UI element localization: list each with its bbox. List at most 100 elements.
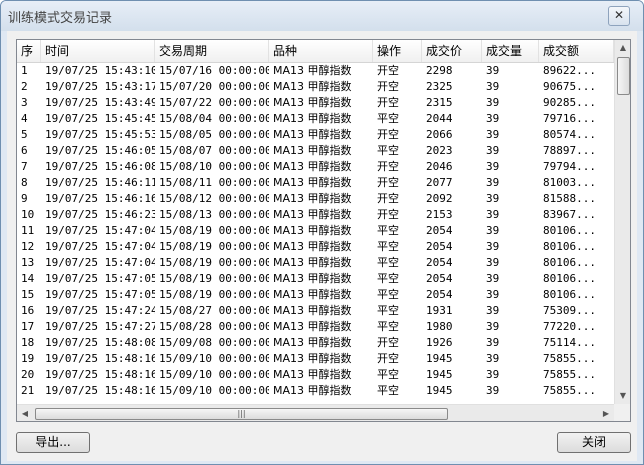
horizontal-scrollbar[interactable]: ◀ ||| ▶ [17,404,614,421]
col-volume-cell: 39 [486,272,500,285]
col-period-cell: 15/08/04 00:00:00 [159,112,269,125]
table-row[interactable]: 14 19/07/25 15:47:05 15/08/19 00:00:00 MA13… [17,271,614,287]
col-instrument-cell: MA13 甲醇指数 [273,176,352,189]
col-price-cell: 1945 [426,368,453,381]
col-price-cell: 1931 [426,304,453,317]
col-action-cell: 开空 [377,96,399,109]
col-index-cell: 12 [21,240,35,253]
col-time-header[interactable]: 时间 [41,40,155,62]
col-index-cell: 8 [21,176,28,189]
col-instrument-header[interactable]: 品种 [269,40,373,62]
table-row[interactable]: 20 19/07/25 15:48:16 15/09/10 00:00:00 MA13… [17,367,614,383]
vertical-scroll-thumb[interactable] [617,57,630,95]
table-row[interactable]: 18 19/07/25 15:48:08 15/09/08 00:00:00 MA13… [17,335,614,351]
scroll-down-icon[interactable]: ▼ [615,388,630,404]
table-row[interactable]: 5 19/07/25 15:45:53 15/08/05 00:00:00 MA13 … [17,127,614,143]
col-instrument-cell: MA13 甲醇指数 [273,96,352,109]
col-action-cell: 开空 [377,336,399,349]
col-index-cell: 6 [21,144,28,157]
col-action-cell: 开空 [377,208,399,221]
col-action-cell: 平空 [377,288,399,301]
table-row[interactable]: 2 19/07/25 15:43:17 15/07/20 00:00:00 MA13 … [17,79,614,95]
col-time-cell: 19/07/25 15:48:16 [45,368,155,381]
col-instrument-cell: MA13 甲醇指数 [273,336,352,349]
col-action-cell: 平空 [377,272,399,285]
col-price-cell: 1945 [426,352,453,365]
table-row[interactable]: 19 19/07/25 15:48:16 15/09/10 00:00:00 MA13… [17,351,614,367]
col-volume-header[interactable]: 成交量 [482,40,539,62]
col-period-cell: 15/08/05 00:00:00 [159,128,269,141]
col-period-header[interactable]: 交易周期 [155,40,269,62]
col-index-header[interactable]: 序 [17,40,41,62]
scroll-right-icon[interactable]: ▶ [598,405,614,421]
col-action-cell: 平空 [377,384,399,397]
col-time-cell: 19/07/25 15:47:05 [45,272,155,285]
scroll-left-icon[interactable]: ◀ [17,405,33,421]
col-action-header[interactable]: 操作 [373,40,422,62]
col-price-header[interactable]: 成交价 [422,40,482,62]
table-row[interactable]: 7 19/07/25 15:46:08 15/08/10 00:00:00 MA13 … [17,159,614,175]
table-row[interactable]: 10 19/07/25 15:46:23 15/08/13 00:00:00 MA13… [17,207,614,223]
table-row[interactable]: 1 19/07/25 15:43:10 15/07/16 00:00:00 MA13 … [17,63,614,79]
col-time-cell: 19/07/25 15:48:16 [45,384,155,397]
col-volume-cell: 39 [486,352,500,365]
col-period-cell: 15/08/13 00:00:00 [159,208,269,221]
col-time-cell: 19/07/25 15:43:10 [45,64,155,77]
export-button[interactable]: 导出... [16,432,90,453]
close-button[interactable]: 关闭 [557,432,631,453]
col-index-cell: 2 [21,80,28,93]
col-instrument-cell: MA13 甲醇指数 [273,144,352,157]
table-row[interactable]: 12 19/07/25 15:47:04 15/08/19 00:00:00 MA13… [17,239,614,255]
table-row[interactable]: 15 19/07/25 15:47:05 15/08/19 00:00:00 MA13… [17,287,614,303]
close-icon[interactable]: ✕ [608,6,630,26]
col-volume-cell: 39 [486,304,500,317]
col-amount-cell: 80106... [543,224,596,237]
col-amount-header[interactable]: 成交额 [539,40,614,62]
trade-records-dialog: 训练模式交易记录 ✕ 序时间 交易周期 品种 操作 成交价 成交量 成交额 1 19/07/2… [0,0,644,465]
col-action-cell: 平空 [377,240,399,253]
col-instrument-cell: MA13 甲醇指数 [273,128,352,141]
table-row[interactable]: 3 19/07/25 15:43:49 15/07/22 00:00:00 MA13 … [17,95,614,111]
table-row[interactable]: 9 19/07/25 15:46:16 15/08/12 00:00:00 MA13 … [17,191,614,207]
table-row[interactable]: 11 19/07/25 15:47:04 15/08/19 00:00:00 MA13… [17,223,614,239]
col-time-cell: 19/07/25 15:43:17 [45,80,155,93]
col-instrument-cell: MA13 甲醇指数 [273,288,352,301]
col-instrument-cell: MA13 甲醇指数 [273,256,352,269]
title-bar[interactable]: 训练模式交易记录 ✕ [1,1,643,31]
table-header: 序时间 交易周期 品种 操作 成交价 成交量 成交额 [17,40,614,63]
col-amount-cell: 75309... [543,304,596,317]
vertical-scrollbar[interactable]: ▲ ▼ [614,40,630,404]
col-period-cell: 15/08/28 00:00:00 [159,320,269,333]
table-row[interactable]: 6 19/07/25 15:46:05 15/08/07 00:00:00 MA13 … [17,143,614,159]
col-period-cell: 15/07/22 00:00:00 [159,96,269,109]
horizontal-scroll-thumb[interactable]: ||| [35,408,448,420]
col-price-cell: 2054 [426,240,453,253]
col-period-cell: 15/09/10 00:00:00 [159,384,269,397]
col-volume-cell: 39 [486,176,500,189]
table-row[interactable]: 16 19/07/25 15:47:24 15/08/27 00:00:00 MA13… [17,303,614,319]
table-row[interactable]: 4 19/07/25 15:45:45 15/08/04 00:00:00 MA13 … [17,111,614,127]
table-row[interactable]: 8 19/07/25 15:46:11 15/08/11 00:00:00 MA13 … [17,175,614,191]
col-period-cell: 15/08/19 00:00:00 [159,288,269,301]
scroll-up-icon[interactable]: ▲ [615,40,630,56]
col-price-cell: 2054 [426,224,453,237]
col-period-cell: 15/09/08 00:00:00 [159,336,269,349]
col-time-cell: 19/07/25 15:47:05 [45,288,155,301]
col-volume-cell: 39 [486,128,500,141]
table-row[interactable]: 17 19/07/25 15:47:27 15/08/28 00:00:00 MA13… [17,319,614,335]
table-body[interactable]: 1 19/07/25 15:43:10 15/07/16 00:00:00 MA13 … [17,63,614,406]
col-amount-cell: 81588... [543,192,596,205]
dialog-body: 序时间 交易周期 品种 操作 成交价 成交量 成交额 1 19/07/25 15:43:10 1… [7,31,637,461]
table-row[interactable]: 21 19/07/25 15:48:16 15/09/10 00:00:00 MA13… [17,383,614,399]
col-instrument-cell: MA13 甲醇指数 [273,240,352,253]
col-instrument-cell: MA13 甲醇指数 [273,160,352,173]
col-instrument-cell: MA13 甲醇指数 [273,80,352,93]
table-row[interactable]: 13 19/07/25 15:47:04 15/08/19 00:00:00 MA13… [17,255,614,271]
col-time-cell: 19/07/25 15:47:04 [45,240,155,253]
col-amount-cell: 78897... [543,144,596,157]
col-instrument-cell: MA13 甲醇指数 [273,384,352,397]
col-action-cell: 开空 [377,128,399,141]
col-volume-cell: 39 [486,64,500,77]
trade-list[interactable]: 序时间 交易周期 品种 操作 成交价 成交量 成交额 1 19/07/25 15:43:10 1… [16,39,631,422]
col-action-cell: 平空 [377,144,399,157]
